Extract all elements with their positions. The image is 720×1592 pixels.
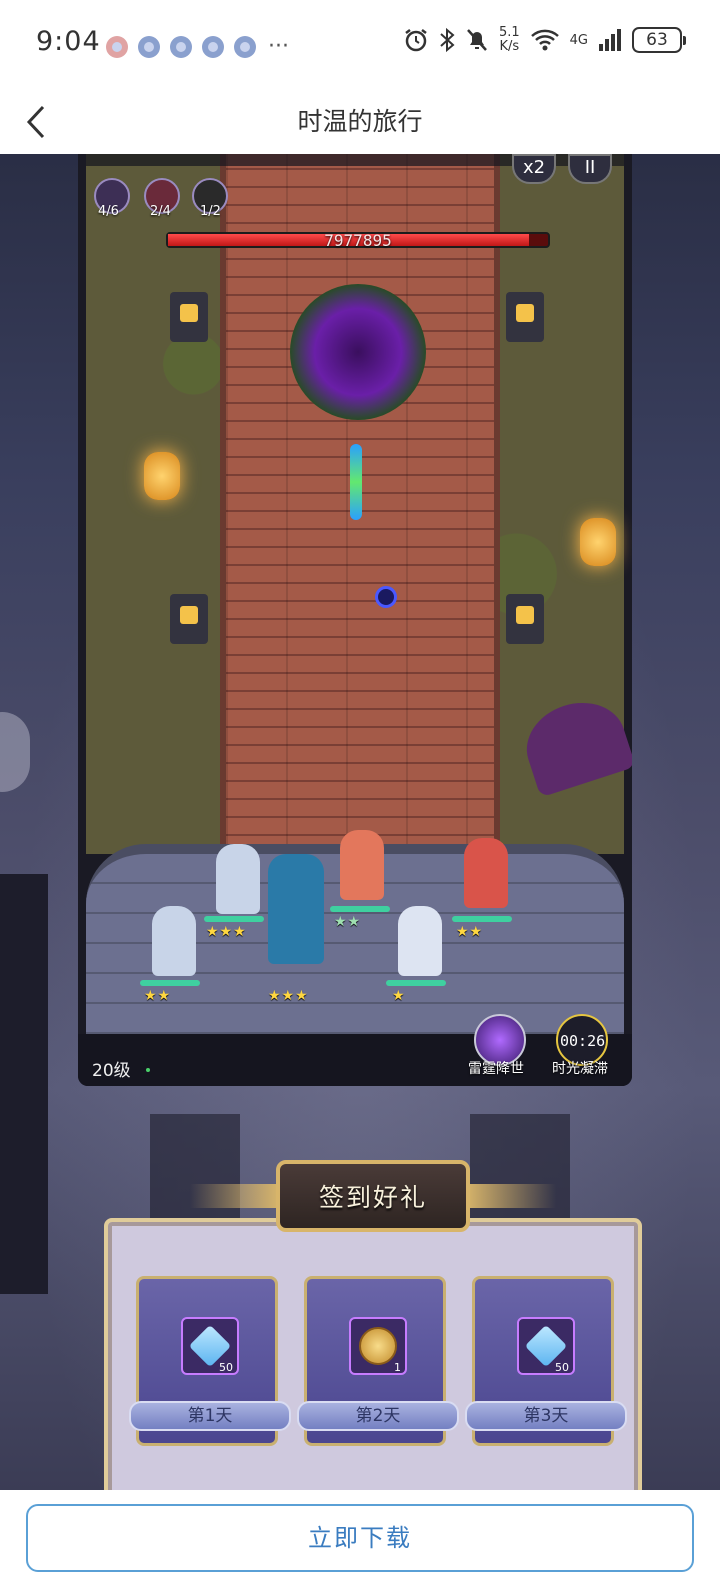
stone-lantern (506, 292, 544, 342)
app-notification-icon (106, 35, 128, 58)
boss-health-value: 7977895 (324, 231, 392, 250)
more-notifications-icon: ··· (268, 34, 289, 59)
reward-card-day-2[interactable]: 1 第2天 (297, 1276, 459, 1446)
game-footer (78, 1034, 632, 1086)
skill-cooldown-timer: 00:26 (560, 1032, 606, 1050)
hero-sprite[interactable] (152, 906, 196, 976)
hero-health-bar (386, 980, 446, 986)
status-bar: 9:04 ··· 5.1 K/s 4G 63 (0, 0, 720, 90)
pause-button[interactable]: II (568, 154, 612, 184)
reward-quantity: 1 (394, 1361, 401, 1374)
app-notification-icon (138, 35, 160, 58)
reward-day-label: 第1天 (129, 1401, 291, 1431)
network-speed: 5.1 K/s (498, 25, 520, 54)
bluetooth-icon (440, 27, 455, 53)
stone-lantern (506, 594, 544, 644)
hero-health-bar (452, 916, 512, 922)
energy-beam (350, 444, 362, 520)
hero-sprite[interactable] (268, 854, 324, 964)
paper-lantern (580, 518, 616, 566)
hero-health-bar (140, 980, 200, 986)
paper-lantern (144, 452, 180, 500)
hero-stars: ★★★ (268, 988, 309, 1004)
boss-health-bar: 7977895 (166, 231, 550, 250)
app-header: 时温的旅行 (0, 90, 720, 154)
stone-lantern (170, 594, 208, 644)
wifi-icon (530, 29, 559, 51)
signal-icon (599, 29, 621, 51)
download-button[interactable]: 立即下载 (26, 1504, 694, 1572)
background-tower (0, 874, 48, 1294)
app-notification-icon (202, 35, 224, 58)
network-type: 4G (569, 32, 588, 48)
banner-ornament (190, 1184, 280, 1208)
skill-count: 1/2 (200, 204, 221, 219)
bottom-bar: 立即下载 (0, 1490, 720, 1592)
hero-stars: ★ (392, 988, 406, 1004)
reward-quantity: 50 (219, 1361, 233, 1374)
banner-ornament (466, 1184, 556, 1208)
skill-count: 4/6 (98, 204, 119, 219)
notification-icons: ··· (106, 34, 289, 59)
reward-day-label: 第3天 (465, 1401, 627, 1431)
alarm-icon (405, 29, 427, 52)
magic-orb (375, 586, 397, 608)
dark-portal (290, 284, 426, 420)
reward-day-label: 第2天 (297, 1401, 459, 1431)
game-screen: 4/6 2/4 1/2 x2 II 7977895 ★★★ ★★ ★★ ★★ ★… (78, 154, 632, 1086)
game-preview-video[interactable]: 4/6 2/4 1/2 x2 II 7977895 ★★★ ★★ ★★ ★★ ★… (0, 154, 720, 1490)
hero-stars: ★★ (144, 988, 172, 1004)
hero-stars: ★★★ (206, 924, 247, 940)
stone-lantern (170, 292, 208, 342)
diamond-icon: 50 (517, 1317, 575, 1375)
page-title: 时温的旅行 (297, 107, 423, 136)
mute-icon (467, 29, 487, 51)
hero-stars: ★★ (334, 914, 362, 930)
hero-sprite[interactable] (464, 838, 508, 908)
diamond-icon: 50 (181, 1317, 239, 1375)
battery-icon: 63 (632, 27, 686, 53)
speed-toggle-button[interactable]: x2 (512, 154, 556, 184)
skill-label: 时光凝滞 (552, 1061, 608, 1077)
hero-stars: ★★ (456, 924, 484, 940)
hero-health-bar (330, 906, 390, 912)
status-time: 9:04 (36, 26, 101, 57)
system-icons: 5.1 K/s 4G 63 (403, 25, 686, 54)
skill-label: 雷霆降世 (468, 1061, 524, 1077)
reward-card-day-3[interactable]: 50 第3天 (465, 1276, 627, 1446)
player-level: 20级 (92, 1061, 131, 1081)
hero-sprite[interactable] (398, 906, 442, 976)
coin-icon: 1 (349, 1317, 407, 1375)
app-notification-icon (170, 35, 192, 58)
signin-title: 签到好礼 (318, 1183, 427, 1212)
app-notification-icon (234, 35, 256, 58)
hero-sprite[interactable] (216, 844, 260, 914)
signin-banner: 签到好礼 (276, 1160, 470, 1232)
reward-quantity: 50 (555, 1361, 569, 1374)
reward-card-day-1[interactable]: 50 第1天 (129, 1276, 291, 1446)
hero-health-bar (204, 916, 264, 922)
level-indicator (146, 1068, 150, 1072)
coin-shape (359, 1327, 397, 1365)
skill-count: 2/4 (150, 204, 171, 219)
hero-sprite[interactable] (340, 830, 384, 900)
signin-reward-panel: 签到好礼 50 第1天 1 第2天 50 第3天 (90, 1160, 656, 1490)
